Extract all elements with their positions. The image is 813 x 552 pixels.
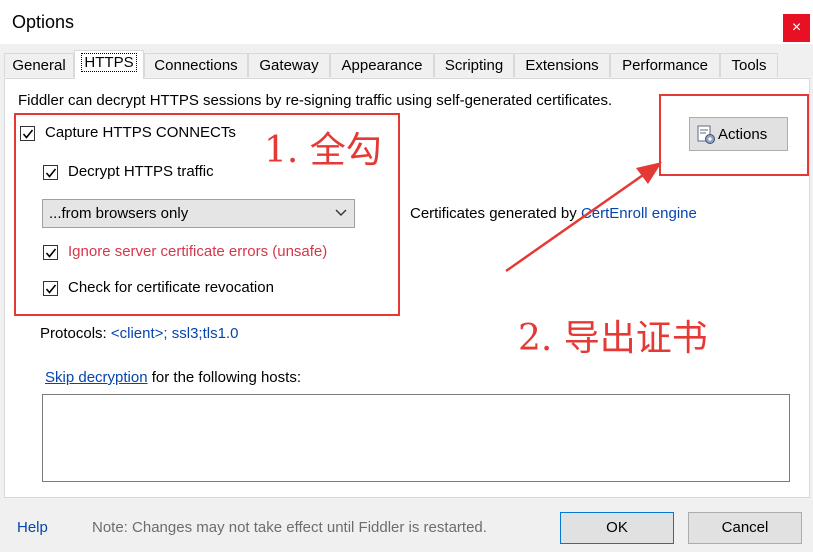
annotation-arrow-icon [505,162,662,273]
tab-https[interactable]: HTTPS [74,50,144,79]
tab-https-label: HTTPS [81,53,137,72]
